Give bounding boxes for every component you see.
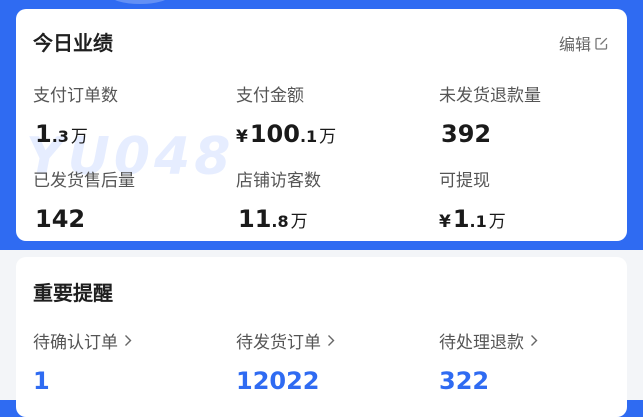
edit-square-icon [595,37,608,50]
metric-value: 1.3 万 [35,120,88,148]
metric-withdrawable[interactable]: 可提现 ¥1.1 万 [439,166,506,233]
metric-label: 支付订单数 [33,86,118,106]
header-decoration [110,0,170,4]
metric-store-visitors[interactable]: 店铺访客数 11.8 万 [236,166,321,233]
metric-label: 店铺访客数 [236,171,321,191]
reminder-pending-shipment[interactable]: 待发货订单 12022 [236,328,335,395]
metric-value: 142 [35,205,86,233]
reminder-value: 12022 [236,367,320,395]
edit-label: 编辑 [558,35,591,54]
card-title: 重要提醒 [33,281,113,305]
metric-value: 11.8 万 [238,205,308,233]
reminder-label: 待发货订单 [236,328,335,353]
reminder-label: 待处理退款 [439,328,538,353]
reminder-pending-refund[interactable]: 待处理退款 322 [439,328,538,395]
edit-button[interactable]: 编辑 [559,31,608,55]
reminder-pending-confirm[interactable]: 待确认订单 1 [33,328,132,395]
metric-paid-amount[interactable]: 支付金额 ¥100.1 万 [236,81,336,148]
metric-label: 可提现 [439,171,490,191]
important-reminders-card: 重要提醒 待确认订单 1 待发货订单 12022 待处理退款 322 [16,257,627,417]
metric-label: 未发货退款量 [439,86,541,106]
reminder-value: 322 [439,367,490,395]
reminder-value: 1 [33,367,50,395]
chevron-right-icon [328,335,335,346]
reminder-label: 待确认订单 [33,328,132,353]
today-performance-card: 今日业绩 编辑 YU048 支付订单数 1.3 万 支付金额 ¥100.1 万 未发… [16,9,627,241]
metric-paid-orders[interactable]: 支付订单数 1.3 万 [33,81,118,148]
metric-value: ¥100.1 万 [236,120,337,148]
metric-label: 已发货售后量 [33,171,135,191]
metric-unshipped-refunds[interactable]: 未发货退款量 392 [439,81,541,148]
metric-shipped-aftersales[interactable]: 已发货售后量 142 [33,166,135,233]
metric-value: 392 [441,120,492,148]
metric-label: 支付金额 [236,86,304,106]
chevron-right-icon [125,335,132,346]
chevron-right-icon [531,335,538,346]
metric-value: ¥1.1 万 [439,205,506,233]
card-title: 今日业绩 [33,31,113,55]
